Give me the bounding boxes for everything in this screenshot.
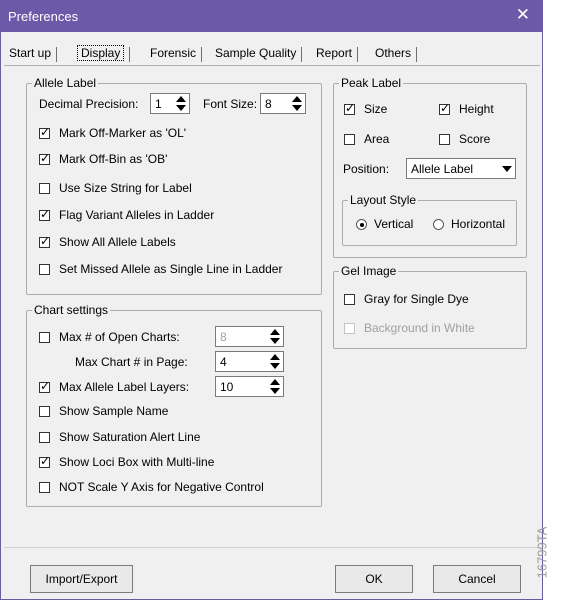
- horizontal-radio[interactable]: [433, 219, 444, 230]
- decimal-precision-label: Decimal Precision:: [39, 97, 139, 111]
- gray-single-dye-label: Gray for Single Dye: [364, 292, 469, 306]
- mark-off-marker-label: Mark Off-Marker as 'OL': [59, 126, 187, 140]
- show-saturation-alert-checkbox[interactable]: [39, 432, 50, 443]
- set-missed-allele-label: Set Missed Allele as Single Line in Ladd…: [59, 262, 283, 276]
- tab-others[interactable]: Others: [375, 44, 418, 64]
- not-scale-y-axis-checkbox[interactable]: [39, 482, 50, 493]
- vertical-radio[interactable]: [356, 219, 367, 230]
- max-open-charts-checkbox[interactable]: [39, 332, 50, 343]
- position-select[interactable]: Allele Label: [406, 158, 516, 179]
- max-allele-layers-label: Max Allele Label Layers:: [59, 380, 190, 394]
- tab-forensic[interactable]: Forensic: [150, 44, 203, 64]
- use-size-string-checkbox[interactable]: [39, 183, 50, 194]
- tab-sample-quality[interactable]: Sample Quality: [215, 44, 303, 64]
- vertical-label: Vertical: [374, 217, 414, 231]
- size-checkbox[interactable]: [344, 101, 355, 115]
- show-sample-name-checkbox[interactable]: [39, 406, 50, 417]
- spinner-arrows-icon[interactable]: [269, 354, 281, 369]
- max-allele-layers-checkbox[interactable]: [39, 379, 50, 393]
- ok-button[interactable]: OK: [335, 565, 413, 593]
- mark-off-bin-checkbox[interactable]: [39, 151, 50, 165]
- max-chart-in-page-spinner[interactable]: 4: [215, 351, 284, 372]
- horizontal-label: Horizontal: [451, 217, 506, 231]
- tab-divider: [4, 65, 540, 66]
- background-white-checkbox[interactable]: [344, 323, 355, 334]
- chevron-down-icon[interactable]: [499, 159, 515, 178]
- show-sample-name-label: Show Sample Name: [59, 404, 169, 418]
- show-all-allele-labels-checkbox[interactable]: [39, 234, 50, 248]
- not-scale-y-axis-label: NOT Scale Y Axis for Negative Control: [59, 480, 264, 494]
- height-label: Height: [459, 102, 494, 116]
- font-size-label: Font Size:: [203, 97, 258, 111]
- max-allele-layers-spinner[interactable]: 10: [215, 376, 284, 397]
- tab-report[interactable]: Report: [316, 44, 359, 64]
- import-export-button[interactable]: Import/Export: [30, 565, 133, 593]
- flag-variant-alleles-label: Flag Variant Alleles in Ladder: [59, 208, 215, 222]
- spinner-arrows-icon[interactable]: [269, 329, 281, 344]
- decimal-precision-spinner[interactable]: 1: [150, 93, 190, 114]
- tab-start-up[interactable]: Start up: [9, 44, 58, 64]
- show-loci-box-label: Show Loci Box with Multi-line: [59, 455, 215, 469]
- close-icon[interactable]: ✕: [516, 6, 530, 24]
- set-missed-allele-checkbox[interactable]: [39, 264, 50, 275]
- flag-variant-alleles-checkbox[interactable]: [39, 207, 50, 221]
- max-open-charts-label: Max # of Open Charts:: [59, 330, 180, 344]
- show-all-allele-labels-label: Show All Allele Labels: [59, 235, 176, 249]
- position-label: Position:: [343, 162, 390, 176]
- window-title: Preferences: [8, 9, 79, 24]
- max-open-charts-spinner[interactable]: 8: [215, 326, 284, 347]
- area-checkbox[interactable]: [344, 134, 355, 145]
- tab-display[interactable]: Display: [77, 44, 131, 64]
- mark-off-bin-label: Mark Off-Bin as 'OB': [59, 152, 168, 166]
- max-chart-in-page-label: Max Chart # in Page:: [75, 355, 188, 369]
- footer-divider: [4, 547, 540, 548]
- chart-settings-legend: Chart settings: [32, 303, 111, 317]
- score-checkbox[interactable]: [439, 134, 450, 145]
- use-size-string-label: Use Size String for Label: [59, 181, 192, 195]
- gel-image-legend: Gel Image: [339, 264, 399, 278]
- figure-id: 16799TA: [534, 526, 550, 579]
- title-bar: Preferences ✕: [1, 1, 542, 32]
- preferences-dialog: Preferences ✕ Start up Display Forensic …: [0, 0, 543, 600]
- show-saturation-alert-label: Show Saturation Alert Line: [59, 430, 201, 444]
- background-white-label: Background in White: [364, 321, 475, 335]
- peak-label-legend: Peak Label: [339, 76, 404, 90]
- gel-image-group: Gel Image: [333, 264, 527, 349]
- spinner-arrows-icon[interactable]: [269, 379, 281, 394]
- size-label: Size: [364, 102, 388, 116]
- font-size-spinner[interactable]: 8: [260, 93, 306, 114]
- spinner-arrows-icon[interactable]: [291, 96, 303, 111]
- show-loci-box-checkbox[interactable]: [39, 454, 50, 468]
- mark-off-marker-checkbox[interactable]: [39, 125, 50, 139]
- layout-style-legend: Layout Style: [348, 193, 419, 207]
- height-checkbox[interactable]: [439, 101, 450, 115]
- area-label: Area: [364, 132, 390, 146]
- spinner-arrows-icon[interactable]: [175, 96, 187, 111]
- gray-single-dye-checkbox[interactable]: [344, 294, 355, 305]
- cancel-button[interactable]: Cancel: [433, 565, 521, 593]
- score-label: Score: [459, 132, 491, 146]
- allele-label-legend: Allele Label: [32, 76, 99, 90]
